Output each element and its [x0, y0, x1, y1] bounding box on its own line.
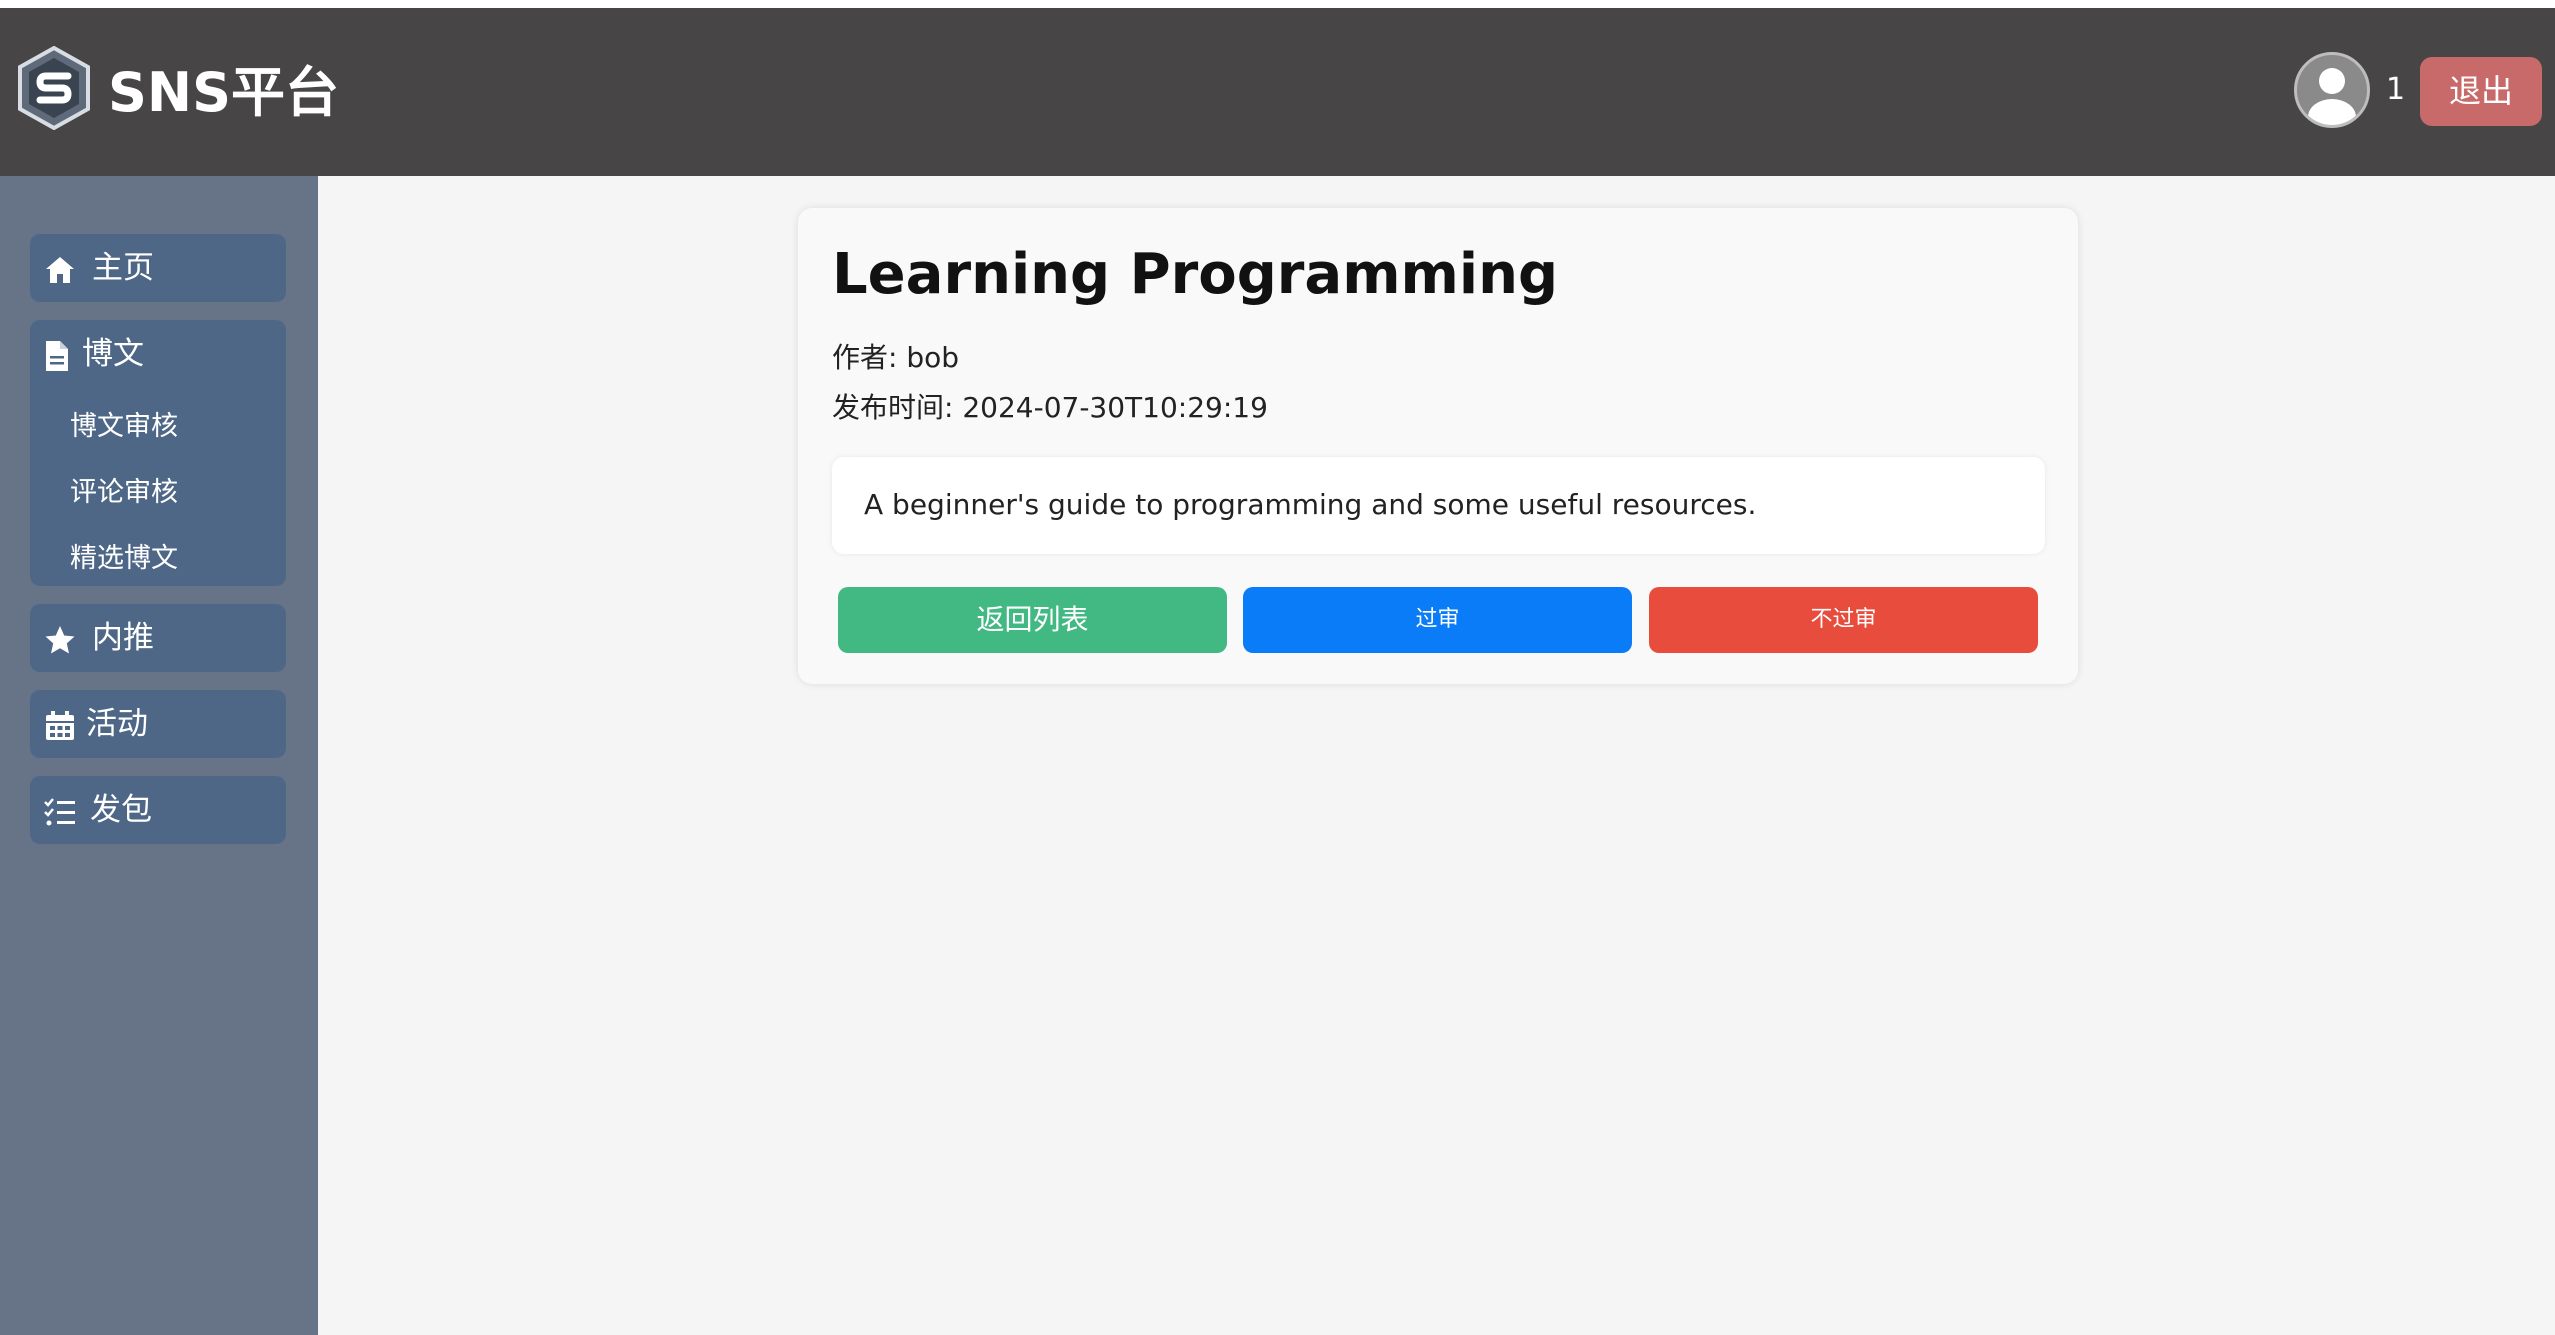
star-icon [45, 626, 75, 654]
post-title: Learning Programming [832, 242, 1559, 307]
sidebar-item-home[interactable]: 主页 [30, 234, 286, 302]
user-icon [2308, 68, 2356, 125]
sidebar-subitem-comment-review[interactable]: 评论审核 [70, 475, 178, 511]
post-content-box: A beginner's guide to programming and so… [832, 457, 2045, 554]
sidebar-item-events[interactable]: 活动 [30, 690, 286, 758]
sidebar-item-label: 内推 [92, 620, 154, 656]
user-avatar[interactable] [2294, 52, 2370, 128]
user-count: 1 [2386, 72, 2406, 107]
checklist-icon [44, 798, 75, 826]
sidebar-group-posts: 博文 博文审核 评论审核 精选博文 [30, 320, 286, 586]
logo-icon[interactable] [16, 46, 92, 130]
post-author: 作者: bob [832, 341, 960, 374]
sidebar-subitem-post-review[interactable]: 博文审核 [70, 409, 178, 445]
calendar-icon [46, 711, 74, 740]
post-publish-time: 发布时间: 2024-07-30T10:29:19 [832, 391, 1268, 424]
top-strip [0, 0, 2555, 8]
reject-button[interactable]: 不过审 [1649, 587, 2038, 653]
document-icon[interactable] [44, 340, 70, 372]
post-content: A beginner's guide to programming and so… [864, 488, 1757, 521]
brand-name[interactable]: SNS平台 [108, 58, 339, 128]
sidebar-subitem-featured-posts[interactable]: 精选博文 [70, 541, 178, 577]
sidebar-item-label: 发包 [90, 792, 152, 828]
approve-button[interactable]: 过审 [1243, 587, 1632, 653]
logout-button[interactable]: 退出 [2420, 57, 2542, 126]
sidebar-item-label: 主页 [92, 250, 154, 286]
sidebar-item-label: 活动 [86, 706, 148, 742]
sidebar-item-outsourcing[interactable]: 发包 [30, 776, 286, 844]
sidebar-item-posts[interactable]: 博文 [82, 334, 144, 374]
app-header [0, 8, 2555, 176]
back-to-list-button[interactable]: 返回列表 [838, 587, 1227, 653]
sidebar-item-referral[interactable]: 内推 [30, 604, 286, 672]
home-icon [46, 257, 74, 283]
